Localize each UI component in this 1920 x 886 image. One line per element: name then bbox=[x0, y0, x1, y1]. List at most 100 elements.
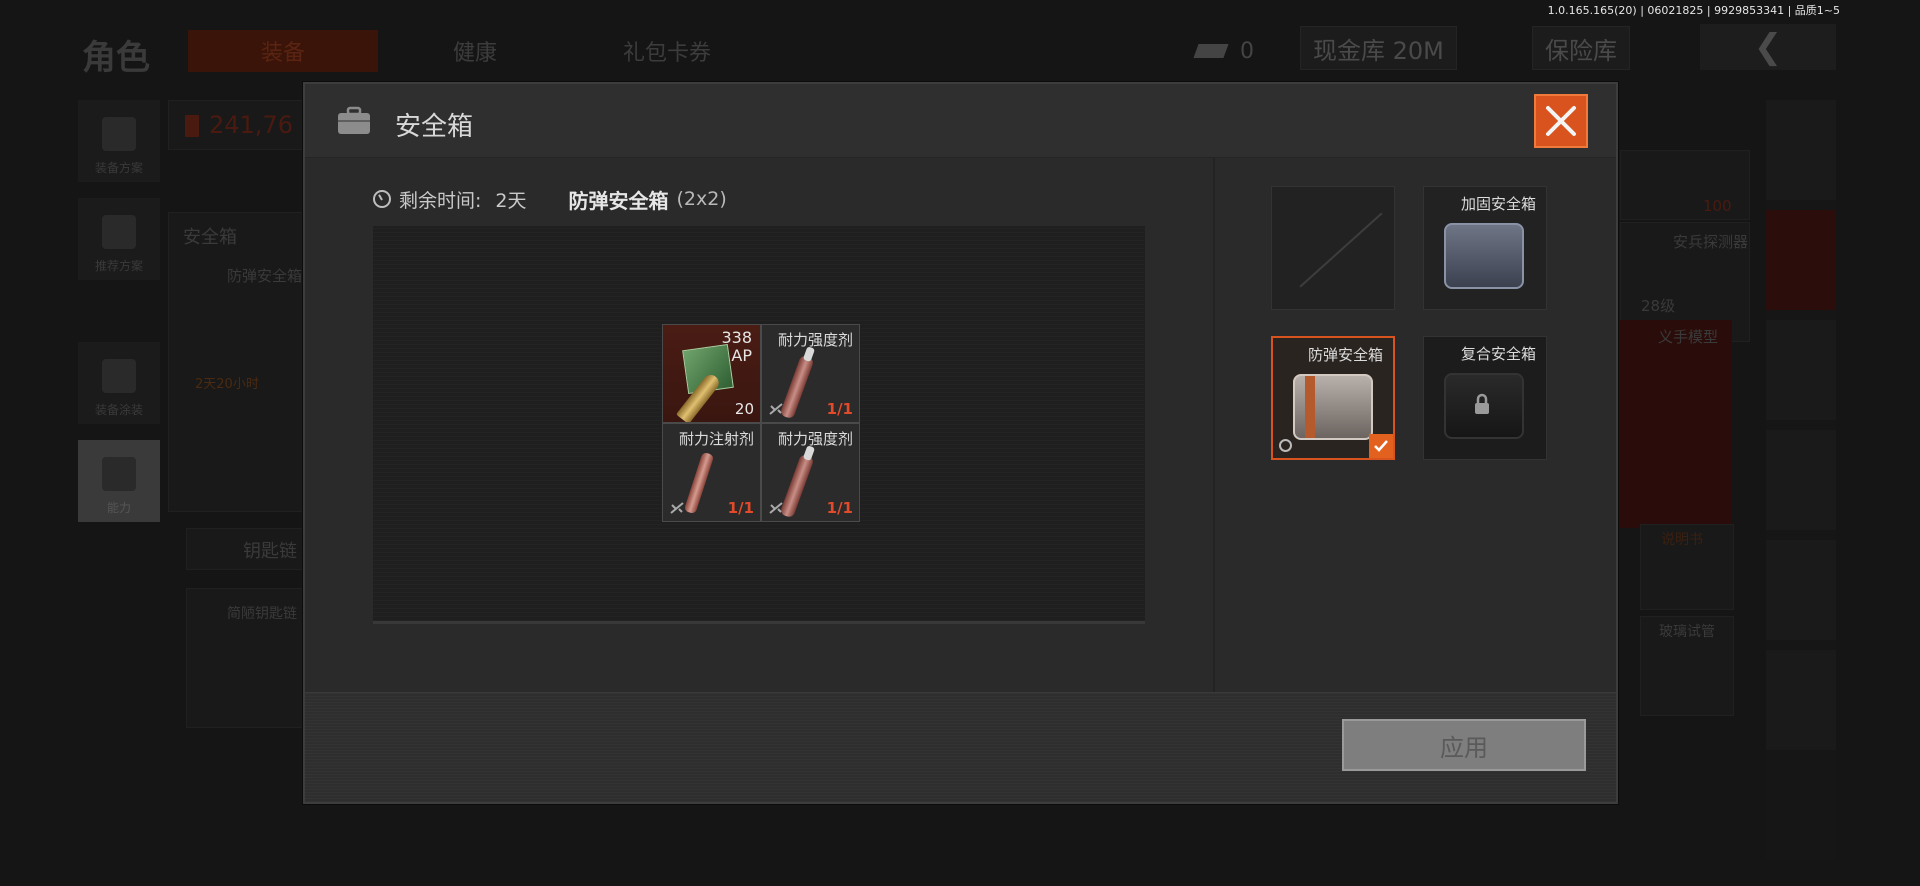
close-icon bbox=[1546, 106, 1576, 136]
bg-side-skin: 装备涂装 bbox=[78, 342, 160, 424]
modal-header: 安全箱 bbox=[305, 84, 1616, 158]
safebox-item-grid: 338 AP 20 耐力强度剂 1/1 耐力注射剂 1/1 耐力强度剂 1/1 bbox=[662, 324, 860, 522]
bg-right-column bbox=[1766, 100, 1836, 860]
ammo-caliber-line2: AP bbox=[731, 346, 752, 365]
bg-right-slot bbox=[1766, 650, 1836, 750]
bg-back-button: ❮ bbox=[1700, 24, 1836, 70]
bg-page-title: 角色 bbox=[82, 38, 150, 78]
item-durability: 1/1 bbox=[826, 400, 853, 418]
bg-side-loadout: 装备方案 bbox=[78, 100, 160, 182]
bg-right-top: 100 bbox=[1620, 150, 1750, 220]
case-selection-pane: 加固安全箱 防弹安全箱 复合安全箱 bbox=[1217, 158, 1616, 694]
no-repair-icon bbox=[670, 502, 684, 514]
helmet-icon bbox=[102, 359, 136, 393]
item-durability: 1/1 bbox=[727, 499, 754, 517]
bg-side-recommend-label: 推荐方案 bbox=[94, 259, 143, 273]
item-stamina-booster[interactable]: 耐力强度剂 1/1 bbox=[761, 423, 860, 522]
bg-right-slot bbox=[1766, 540, 1836, 640]
safebox-info-row: 剩余时间: 2天 防弹安全箱 (2x2) bbox=[373, 184, 727, 214]
ticket-icon bbox=[1193, 44, 1229, 58]
bg-right-slot bbox=[1766, 100, 1836, 200]
remaining-time-value: 2天 bbox=[495, 189, 527, 212]
bg-side-recommend: 推荐方案 bbox=[78, 198, 160, 280]
fortified-case-icon bbox=[1444, 223, 1524, 289]
bg-tab-gift: 礼包卡券 bbox=[622, 41, 711, 66]
bulletproof-case-icon bbox=[1293, 374, 1373, 440]
current-case-size: (2x2) bbox=[676, 188, 727, 210]
item-durability: 1/1 bbox=[826, 499, 853, 517]
briefcase-icon bbox=[338, 106, 370, 134]
safebox-grid-area: 338 AP 20 耐力强度剂 1/1 耐力注射剂 1/1 耐力强度剂 1/1 bbox=[373, 226, 1145, 624]
no-repair-icon bbox=[769, 502, 783, 514]
bg-safebox-timer: 2天20小时 bbox=[195, 377, 259, 392]
bg-cash-vault: 现金库 20M bbox=[1300, 26, 1457, 70]
bg-insurance-vault-label: 保险库 bbox=[1545, 36, 1617, 65]
bg-side-skin-label: 装备涂装 bbox=[94, 403, 143, 417]
bg-tab-equipment: 装备 bbox=[188, 30, 378, 72]
modal-title: 安全箱 bbox=[395, 112, 474, 142]
bg-right-tube: 玻璃试管 bbox=[1640, 616, 1734, 716]
item-name: 耐力强度剂 bbox=[777, 430, 853, 448]
ammo-caliber-line1: 338 bbox=[721, 328, 752, 347]
remaining-time-label: 剩余时间: bbox=[399, 189, 482, 212]
case-name: 防弹安全箱 bbox=[1307, 346, 1383, 364]
case-name: 复合安全箱 bbox=[1460, 345, 1536, 363]
clock-icon bbox=[1279, 439, 1292, 452]
bg-right-tube-label: 玻璃试管 bbox=[1659, 624, 1715, 640]
bg-side-ability-label: 能力 bbox=[106, 501, 131, 515]
item-stamina-injector[interactable]: 耐力注射剂 1/1 bbox=[662, 423, 761, 522]
bg-right-level: 28级 bbox=[1641, 297, 1676, 315]
item-stamina-booster[interactable]: 耐力强度剂 1/1 bbox=[761, 324, 860, 423]
bg-keychain-panel: 钥匙链 bbox=[186, 528, 308, 570]
bg-side-ability: 能力 bbox=[78, 440, 160, 522]
bg-right-slot bbox=[1766, 430, 1836, 530]
safebox-modal: 安全箱 剩余时间: 2天 防弹安全箱 (2x2) 338 AP 20 耐力强度剂… bbox=[303, 82, 1618, 804]
bg-safebox-label: 安全箱 bbox=[183, 227, 237, 248]
version-text: 1.0.165.165(20) | 06021825 | 9929853341 … bbox=[1547, 4, 1840, 17]
money-icon bbox=[185, 115, 199, 137]
item-ammo-338-ap[interactable]: 338 AP 20 bbox=[662, 324, 761, 423]
bg-money: 241,76 bbox=[209, 111, 293, 139]
current-case-name: 防弹安全箱 bbox=[568, 188, 669, 213]
bg-keychain-item: 简陋钥匙链 bbox=[227, 606, 297, 622]
bg-safebox-item: 防弹安全箱 bbox=[227, 267, 303, 285]
bg-right-detector-label: 安兵探测器 bbox=[1673, 233, 1749, 251]
close-button[interactable] bbox=[1534, 94, 1588, 148]
safebox-contents-pane: 剩余时间: 2天 防弹安全箱 (2x2) 338AP 20 耐力强度剂 1/1 bbox=[305, 158, 1215, 694]
bg-insurance-vault: 保险库 bbox=[1532, 26, 1630, 70]
syringe-icon bbox=[779, 453, 815, 519]
case-slot-composite[interactable]: 复合安全箱 bbox=[1423, 336, 1547, 460]
bg-keychain-item-panel: 简陋钥匙链 bbox=[186, 588, 308, 728]
lock-icon bbox=[1475, 393, 1489, 414]
case-name: 加固安全箱 bbox=[1460, 195, 1536, 213]
item-name: 耐力注射剂 bbox=[678, 430, 754, 448]
ammo-caliber: 338 AP bbox=[721, 329, 752, 365]
case-slot-empty[interactable] bbox=[1271, 186, 1395, 310]
bg-tab-health: 健康 bbox=[452, 41, 497, 66]
no-repair-icon bbox=[769, 403, 783, 415]
bg-right-value: 100 bbox=[1703, 197, 1732, 215]
bg-right-red-panel: 义手模型 bbox=[1620, 320, 1732, 528]
ticket-count: 0 bbox=[1240, 38, 1254, 64]
lightning-icon bbox=[102, 457, 136, 491]
bg-right-slot bbox=[1766, 210, 1836, 310]
vest-icon bbox=[102, 117, 136, 151]
injector-icon bbox=[683, 451, 715, 515]
bg-keychain-label: 钥匙链 bbox=[243, 541, 297, 562]
case-slot-bulletproof[interactable]: 防弹安全箱 bbox=[1271, 336, 1395, 460]
check-icon bbox=[1369, 434, 1393, 458]
bg-ticket: 0 bbox=[1193, 32, 1254, 70]
bg-side-loadout-label: 装备方案 bbox=[94, 161, 143, 175]
download-icon bbox=[102, 215, 136, 249]
bg-right-prosthetic: 义手模型 bbox=[1658, 328, 1719, 346]
clock-icon bbox=[373, 190, 391, 208]
modal-footer: 应用 bbox=[305, 692, 1616, 802]
bg-money-panel: 241,76 bbox=[168, 100, 308, 150]
item-name: 耐力强度剂 bbox=[777, 331, 853, 349]
bg-right-manual: 说明书 bbox=[1640, 524, 1734, 610]
bg-right-manual-label: 说明书 bbox=[1661, 532, 1703, 548]
case-slot-fortified[interactable]: 加固安全箱 bbox=[1423, 186, 1547, 310]
bg-cash-vault-label: 现金库 20M bbox=[1313, 36, 1444, 65]
ammo-count: 20 bbox=[734, 400, 754, 418]
apply-button[interactable]: 应用 bbox=[1342, 719, 1586, 771]
